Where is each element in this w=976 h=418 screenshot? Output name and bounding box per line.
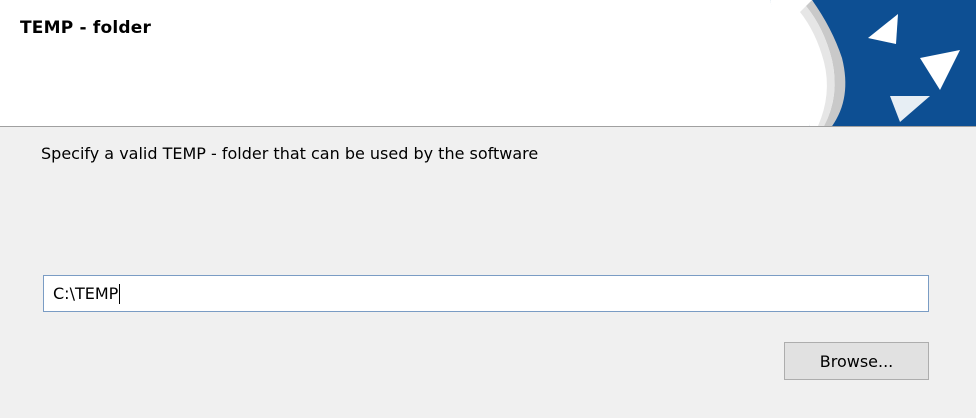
curled-page-logo-icon — [770, 0, 976, 126]
installer-window: TEMP - folder Specify a valid TEMP - fol… — [0, 0, 976, 418]
temp-folder-value: C:\TEMP — [53, 284, 119, 303]
page-title: TEMP - folder — [20, 18, 152, 38]
content-panel: Specify a valid TEMP - folder that can b… — [0, 127, 976, 418]
header-banner: TEMP - folder — [0, 0, 976, 126]
browse-button[interactable]: Browse... — [784, 342, 929, 380]
text-caret — [119, 283, 121, 304]
instruction-text: Specify a valid TEMP - folder that can b… — [41, 144, 539, 163]
temp-folder-input[interactable]: C:\TEMP — [43, 275, 929, 312]
